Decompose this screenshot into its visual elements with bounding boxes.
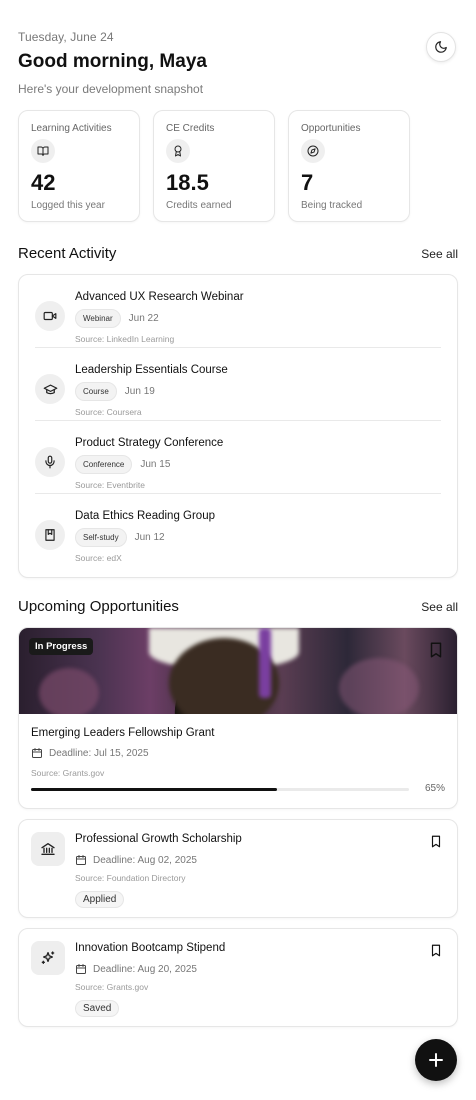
opportunity-card[interactable]: Innovation Bootcamp Stipend Deadline: Au… <box>18 928 458 1027</box>
greeting-subtitle: Here's your development snapshot <box>18 82 204 96</box>
upcoming-opportunities-header: Upcoming Opportunities See all <box>18 598 458 615</box>
section-title: Upcoming Opportunities <box>18 598 179 615</box>
activity-source: Source: Coursera <box>75 407 142 417</box>
list-item[interactable]: Data Ethics Reading Group Self-study Jun… <box>35 494 441 567</box>
deadline-text: Deadline: Aug 20, 2025 <box>93 963 197 975</box>
stat-value: 42 <box>31 170 56 195</box>
activity-tag: Self-study <box>75 528 127 547</box>
stat-value: 7 <box>301 170 314 195</box>
activity-source: Source: LinkedIn Learning <box>75 334 175 344</box>
see-all-activity-link[interactable]: See all <box>421 247 458 261</box>
graduation-image: In Progress <box>19 628 457 714</box>
moon-icon <box>435 41 447 53</box>
stat-card-ce-credits[interactable]: CE Credits 18.5 Credits earned <box>153 110 275 222</box>
opportunity-title: Emerging Leaders Fellowship Grant <box>31 727 215 739</box>
stat-value: 18.5 <box>166 170 209 195</box>
stat-label: CE Credits <box>166 123 215 134</box>
see-all-opportunities-link[interactable]: See all <box>421 600 458 614</box>
deadline-text: Deadline: Jul 15, 2025 <box>49 747 149 759</box>
activity-title: Data Ethics Reading Group <box>75 510 215 522</box>
recent-activity-list: Advanced UX Research Webinar Webinar Jun… <box>18 274 458 578</box>
opportunity-source: Source: Foundation Directory <box>75 873 186 883</box>
status-badge: Applied <box>75 891 125 908</box>
deadline-text: Deadline: Aug 02, 2025 <box>93 854 197 866</box>
list-item[interactable]: Advanced UX Research Webinar Webinar Jun… <box>35 275 441 348</box>
theme-toggle-button[interactable] <box>426 32 456 62</box>
stat-label: Opportunities <box>301 123 361 134</box>
stats-row: Learning Activities 42 Logged this year … <box>18 110 410 222</box>
activity-title: Product Strategy Conference <box>75 437 224 449</box>
list-item[interactable]: Product Strategy Conference Conference J… <box>35 421 441 494</box>
opportunity-title: Innovation Bootcamp Stipend <box>75 942 226 954</box>
activity-source: Source: edX <box>75 553 122 563</box>
stat-card-learning-activities[interactable]: Learning Activities 42 Logged this year <box>18 110 140 222</box>
calendar-icon <box>76 964 86 974</box>
progress-percent: 65% <box>424 783 445 794</box>
plus-icon <box>429 1053 443 1067</box>
stat-caption: Being tracked <box>301 200 363 211</box>
activity-title: Advanced UX Research Webinar <box>75 291 244 303</box>
list-item[interactable]: Leadership Essentials Course Course Jun … <box>35 348 441 421</box>
date-text: Tuesday, June 24 <box>18 30 114 44</box>
compass-icon <box>307 145 319 157</box>
section-title: Recent Activity <box>18 245 117 262</box>
calendar-icon <box>32 748 42 758</box>
opportunity-source: Source: Grants.gov <box>31 768 105 778</box>
stat-label: Learning Activities <box>31 123 112 134</box>
opportunity-title: Professional Growth Scholarship <box>75 833 242 845</box>
add-button[interactable] <box>415 1039 457 1081</box>
stat-caption: Logged this year <box>31 200 105 211</box>
progress-bar <box>31 788 409 791</box>
activity-date: Jun 12 <box>134 532 165 543</box>
activity-source: Source: Eventbrite <box>75 480 145 490</box>
microphone-icon <box>45 455 55 469</box>
recent-activity-header: Recent Activity See all <box>18 245 458 262</box>
activity-tag: Conference <box>75 455 133 474</box>
activity-tag: Webinar <box>75 309 121 328</box>
activity-date: Jun 22 <box>128 313 159 324</box>
graduation-cap-icon <box>43 384 57 394</box>
bookmark-icon[interactable] <box>429 833 443 850</box>
status-badge: Saved <box>75 1000 120 1017</box>
status-badge: In Progress <box>29 638 94 655</box>
greeting-title: Good morning, Maya <box>18 51 207 72</box>
bank-icon <box>41 843 55 855</box>
sparkles-icon <box>41 951 55 964</box>
opportunity-source: Source: Grants.gov <box>75 982 149 992</box>
activity-date: Jun 19 <box>124 386 155 397</box>
featured-opportunity-card[interactable]: In Progress Emerging Leaders Fellowship … <box>18 627 458 809</box>
calendar-icon <box>76 855 86 865</box>
bookmark-icon[interactable] <box>429 942 443 959</box>
video-icon <box>43 311 57 321</box>
book-open-icon <box>37 146 49 156</box>
stat-caption: Credits earned <box>166 200 232 211</box>
stat-card-opportunities[interactable]: Opportunities 7 Being tracked <box>288 110 410 222</box>
activity-date: Jun 15 <box>140 459 171 470</box>
progress-fill <box>31 788 277 791</box>
activity-title: Leadership Essentials Course <box>75 364 228 376</box>
opportunity-card[interactable]: Professional Growth Scholarship Deadline… <box>18 819 458 918</box>
bookmark-icon[interactable] <box>427 640 445 660</box>
book-icon <box>45 529 55 541</box>
activity-tag: Course <box>75 382 117 401</box>
header: Tuesday, June 24 Good morning, Maya Here… <box>18 30 458 100</box>
award-icon <box>174 145 182 157</box>
